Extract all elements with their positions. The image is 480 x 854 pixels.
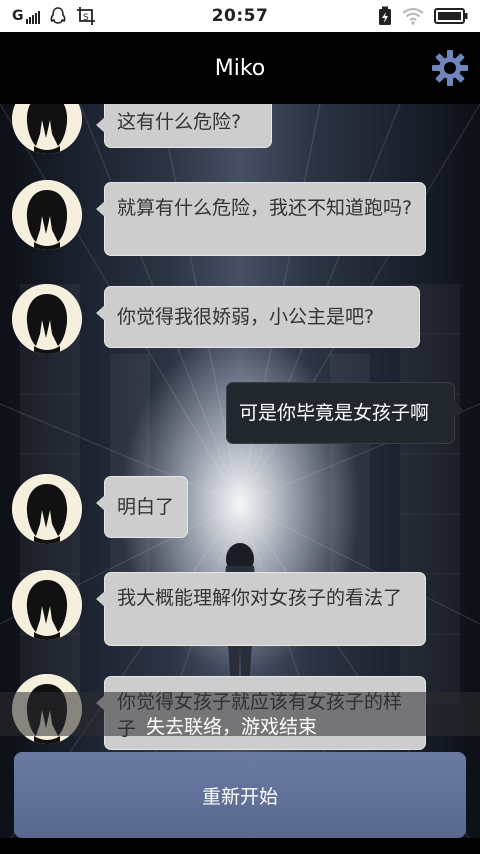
penguin-icon (50, 7, 65, 24)
restart-button[interactable]: 重新开始 (14, 752, 466, 838)
message-bubble: 这有什么危险? (96, 104, 272, 148)
app-header: Miko (0, 32, 480, 104)
message-bubble: 明白了 (96, 476, 188, 538)
battery-saver-icon (379, 6, 391, 25)
miko-avatar[interactable] (12, 474, 82, 544)
chat-title: Miko (214, 55, 266, 81)
chat-background: 这有什么危险? 就算有什么危险，我还不知道跑吗? 你觉得我很娇弱，小公主是吧? … (0, 104, 480, 854)
signal-bars-icon (25, 10, 40, 24)
gear-icon (432, 50, 468, 86)
status-right (308, 6, 468, 26)
game-over-message: 失去联络，游戏结束 (146, 716, 318, 738)
message-bubble: 我大概能理解你对女孩子的看法了 (96, 572, 426, 646)
settings-button[interactable] (430, 48, 470, 88)
signal-strength: G (12, 8, 40, 24)
svg-text:S: S (83, 13, 89, 23)
wifi-icon (402, 7, 424, 25)
status-bar: G S 20:57 (0, 0, 480, 32)
status-left: G S (12, 6, 172, 26)
carrier-label: G (12, 8, 24, 24)
message-bubble: 就算有什么危险，我还不知道跑吗? (96, 182, 426, 256)
message-bubble: 你觉得我很娇弱，小公主是吧? (96, 286, 420, 348)
bottom-bar (0, 838, 480, 854)
miko-avatar[interactable] (12, 284, 82, 354)
clock: 20:57 (211, 6, 269, 26)
miko-avatar[interactable] (12, 180, 82, 250)
player-message-bubble: 可是你毕竟是女孩子啊 (226, 382, 463, 444)
screenshot-icon: S (76, 7, 95, 25)
miko-avatar[interactable] (12, 570, 82, 640)
battery-icon (434, 8, 468, 24)
